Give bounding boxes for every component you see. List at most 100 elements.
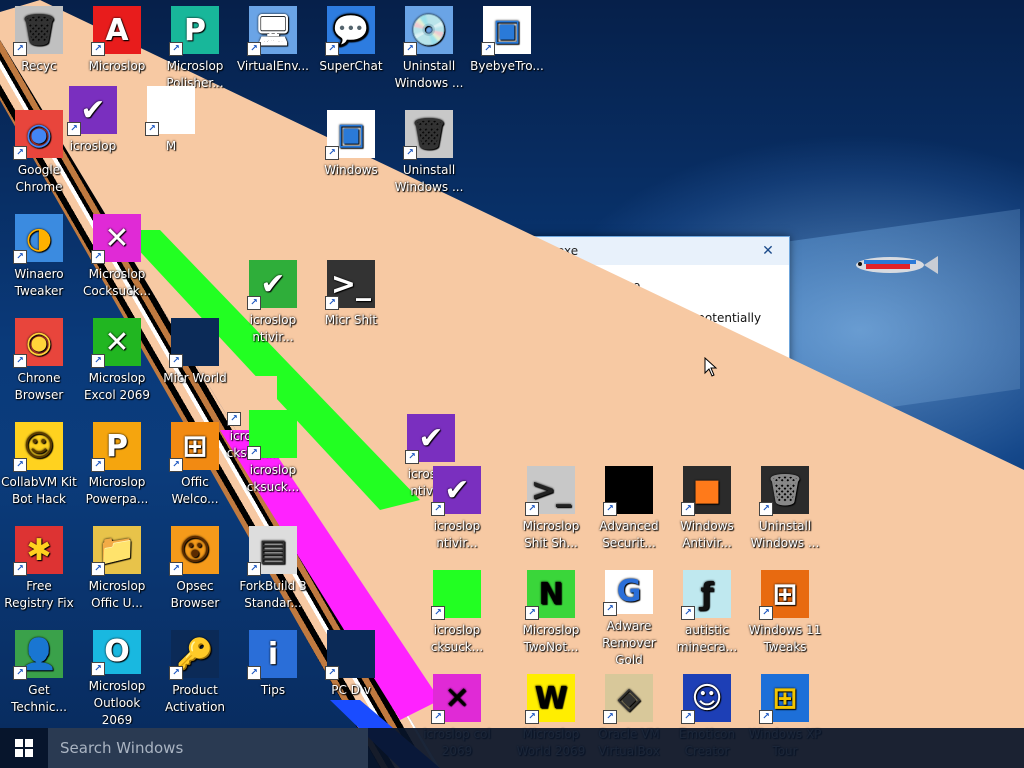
desktop-icon[interactable]: ƒ ↗ autistic minecra... [668, 564, 746, 664]
desktop-icon[interactable]: ☺ ↗ CollabVM Kit Bot Hack [0, 416, 78, 516]
desktop-icon-label: Recyc [21, 59, 57, 73]
desktop-icon-label: Free Registry Fix [4, 579, 74, 610]
desktop-icon[interactable]: G ↗ Adware Remover Gold [590, 564, 668, 664]
desktop-icon[interactable]: 📁 ↗ Microslop Offic U... [78, 520, 156, 620]
mouse-cursor-icon [704, 357, 718, 377]
shortcut-arrow-icon: ↗ [169, 458, 183, 472]
desktop-icon-label: Opsec Browser [170, 579, 220, 610]
desktop-icon[interactable]: ↗ icroslop cksuck... [418, 564, 496, 664]
desktop-icon-label: Adware Remover Gold [602, 618, 656, 664]
desktop-icon[interactable]: ✕ ↗ Microslop Cocksuck... [78, 208, 156, 308]
app-icon: ✕ ↗ [431, 674, 481, 724]
app-icon: ▤ ↗ [247, 526, 297, 576]
shortcut-arrow-icon: ↗ [403, 42, 417, 56]
desktop-icon[interactable]: >_ ↗ Microslop Shit Sh... [512, 460, 590, 560]
app-icon: A ↗ [91, 6, 141, 56]
desktop-icon[interactable]: 💬 ↗ SuperChat [312, 0, 390, 100]
dialog-close-button[interactable]: ✕ [753, 241, 783, 261]
desktop-icon[interactable]: ✔ ↗ icroslop ntivir... [234, 254, 312, 354]
desktop-icon[interactable]: ↗ Advanced Securit... [590, 460, 668, 560]
app-icon: ↗ [145, 86, 195, 136]
shortcut-arrow-icon: ↗ [525, 710, 539, 724]
desktop-icon[interactable]: 😮 ↗ Opsec Browser [156, 520, 234, 620]
desktop-icon[interactable]: ✔ ↗ icroslop [54, 80, 132, 180]
app-icon: P ↗ [91, 422, 141, 472]
app-icon: ✔ ↗ [67, 86, 117, 136]
app-icon: ◉ ↗ [13, 318, 63, 368]
desktop-icon[interactable]: ■ ↗ Windows Antivir... [668, 460, 746, 560]
desktop-icon-label: Microslop [88, 59, 146, 73]
desktop-icon-label: Uninstall Windows ... [394, 59, 464, 90]
shortcut-arrow-icon: ↗ [603, 502, 617, 516]
app-icon: 🗑 ↗ [13, 6, 63, 56]
app-icon: G ↗ [603, 570, 653, 616]
desktop-icon[interactable]: ✕ ↗ Microslop Excol 2069 [78, 312, 156, 412]
app-icon: ⊞ ↗ [759, 570, 809, 620]
app-icon: ☺ ↗ [13, 422, 63, 472]
app-icon: ✕ ↗ [91, 318, 141, 368]
shortcut-arrow-icon: ↗ [13, 562, 27, 576]
shortcut-arrow-icon: ↗ [13, 42, 27, 56]
desktop-icon-label: icroslop ntivir... [249, 313, 297, 344]
app-icon: ƒ ↗ [681, 570, 731, 620]
desktop-icon[interactable]: 👤 ↗ Get Technic... [0, 624, 78, 724]
desktop-icon[interactable]: 🖥 ↗ VirtualEnv... [234, 0, 312, 100]
shortcut-arrow-icon: ↗ [145, 122, 159, 136]
shortcut-arrow-icon: ↗ [169, 562, 183, 576]
app-icon: O ↗ [91, 630, 141, 676]
app-icon: >_ ↗ [325, 260, 375, 310]
desktop-icon[interactable]: ▤ ↗ ForkBuild 3 Standar... [234, 520, 312, 620]
shortcut-arrow-icon: ↗ [13, 250, 27, 264]
desktop: Trojan62523.exe ✕ 62523.exe a virus or p… [0, 0, 1024, 768]
desktop-icon[interactable]: ⊞ ↗ Windows 11 Tweaks [746, 564, 824, 664]
desktop-icon[interactable]: ✱ ↗ Free Registry Fix [0, 520, 78, 620]
desktop-icon[interactable]: ▣ ↗ Windows [312, 104, 390, 204]
shortcut-arrow-icon: ↗ [403, 146, 417, 160]
desktop-icon[interactable]: >_ ↗ Micr Shit [312, 254, 390, 354]
shortcut-arrow-icon: ↗ [13, 666, 27, 680]
desktop-icon[interactable]: ◉ ↗ Chrone Browser [0, 312, 78, 412]
shortcut-arrow-icon: ↗ [13, 146, 27, 160]
desktop-icon-label: icroslop [69, 139, 117, 153]
desktop-icon[interactable]: ▣ ↗ ByebyeTro... [468, 0, 546, 100]
desktop-icon[interactable]: ✔ ↗ icroslop ntivir... [418, 460, 496, 560]
desktop-icon-label: Microslop TwoNot... [522, 623, 580, 654]
desktop-icon[interactable]: N ↗ Microslop TwoNot... [512, 564, 590, 664]
desktop-icon[interactable]: ↗ M [132, 80, 210, 180]
shortcut-arrow-icon: ↗ [431, 710, 445, 724]
desktop-icon-label: Uninstall Windows ... [394, 163, 464, 194]
fish-icon [856, 256, 938, 274]
app-icon: N ↗ [525, 570, 575, 620]
app-icon: ↗ [431, 570, 481, 620]
shortcut-arrow-icon: ↗ [169, 666, 183, 680]
app-icon: 🖥 ↗ [247, 6, 297, 56]
app-icon: 😮 ↗ [169, 526, 219, 576]
desktop-icon-label: Microslop Powerpa... [85, 475, 149, 506]
shortcut-arrow-icon: ↗ [169, 354, 183, 368]
desktop-icon[interactable]: 💿 ↗ Uninstall Windows ... [390, 0, 468, 100]
desktop-icon[interactable]: 🔑 ↗ Product Activation [156, 624, 234, 724]
desktop-icon[interactable]: ◑ ↗ Winaero Tweaker [0, 208, 78, 308]
shortcut-arrow-icon: ↗ [169, 42, 183, 56]
desktop-icon-label: M [165, 139, 177, 153]
start-button[interactable] [0, 728, 48, 768]
desktop-icon[interactable]: 🗑 ↗ Uninstall Windows ... [746, 460, 824, 560]
desktop-icon-label: Offic Welco... [171, 475, 219, 506]
desktop-icon[interactable]: ↗ icroslop cksuck... [234, 404, 312, 504]
desktop-icon[interactable]: O ↗ Microslop Outlook 2069 [78, 624, 156, 724]
desktop-icon-label: Microslop Outlook 2069 [88, 678, 146, 724]
app-icon: ■ ↗ [681, 466, 731, 516]
desktop-icon[interactable]: i ↗ Tips [234, 624, 312, 724]
search-box[interactable]: Search Windows [48, 728, 368, 768]
desktop-icon[interactable]: ↗ PC D v [312, 624, 390, 724]
app-icon: 💿 ↗ [403, 6, 453, 56]
app-icon: ◈ ↗ [603, 674, 653, 724]
app-icon: ✔ ↗ [247, 260, 297, 310]
shortcut-arrow-icon: ↗ [91, 661, 105, 676]
desktop-icon[interactable]: 🗑 ↗ Uninstall Windows ... [390, 104, 468, 204]
shortcut-arrow-icon: ↗ [525, 606, 539, 620]
desktop-icon-label: Microslop Excol 2069 [83, 371, 151, 402]
app-icon: ↗ [247, 410, 297, 460]
desktop-icon[interactable]: P ↗ Microslop Powerpa... [78, 416, 156, 516]
desktop-icon-label: Windows Antivir... [680, 519, 734, 550]
